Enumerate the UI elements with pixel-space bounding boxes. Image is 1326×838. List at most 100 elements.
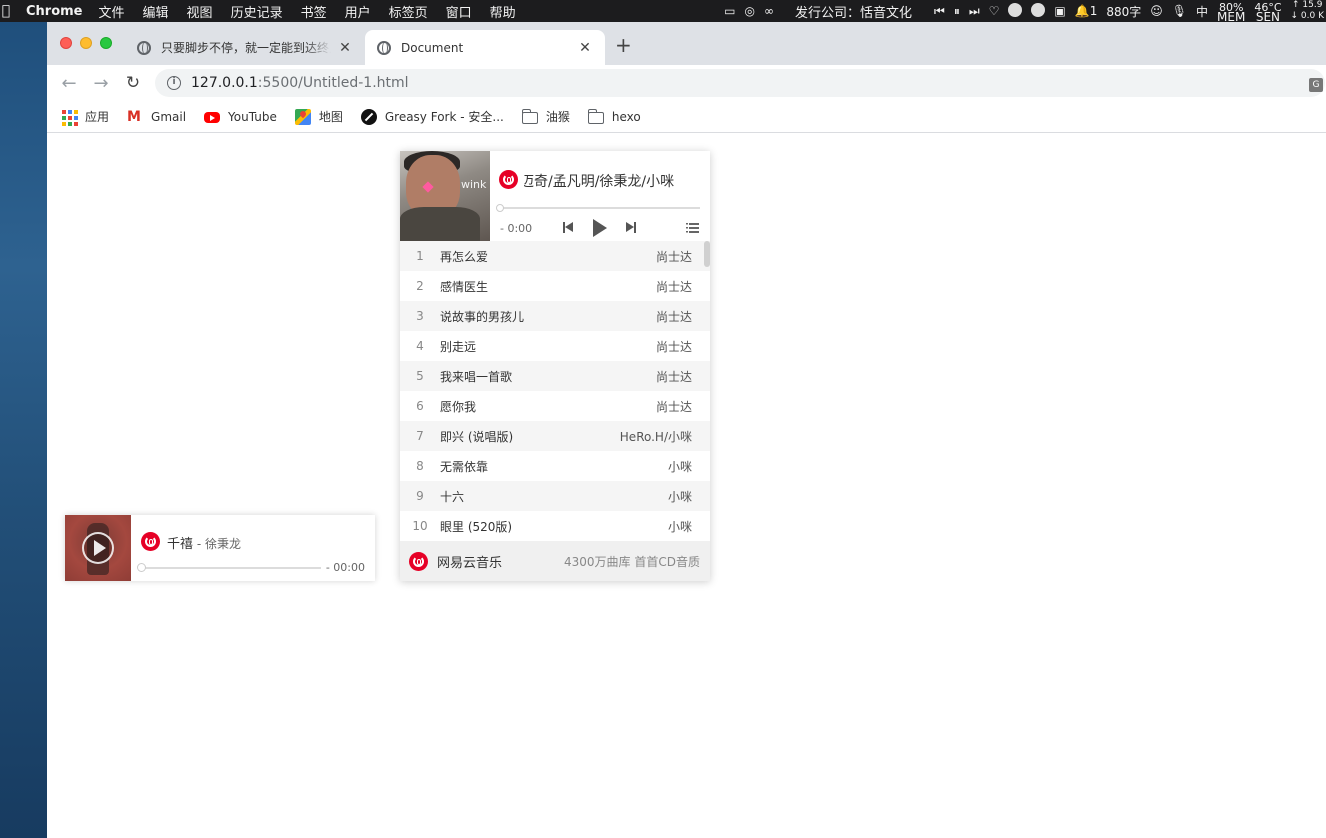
bookmark-apps[interactable]: 应用 <box>61 108 109 126</box>
mini-album-cover[interactable] <box>65 515 131 581</box>
track-artist: 小咪 <box>667 489 692 504</box>
playlist-scrollbar[interactable] <box>704 241 710 541</box>
uTools-icon[interactable] <box>1031 2 1046 20</box>
track-artist: HeRo.H/小咪 <box>619 429 692 444</box>
progress-bar[interactable] <box>500 207 700 209</box>
track-name: 愿你我 <box>440 399 477 414</box>
menu-view[interactable]: 视图 <box>187 2 213 21</box>
now-playing-publisher[interactable]: 发行公司：恬音文化 <box>795 2 912 21</box>
bookmark-greasy-fork[interactable]: Greasy Fork - 安全... <box>360 108 504 125</box>
tab-inactive[interactable]: 只要脚步不停，就一定能到达终点 ✕ <box>125 30 365 65</box>
track-artist: 尚士达 <box>655 399 692 414</box>
netease-tray-icon[interactable] <box>1008 2 1023 20</box>
istat-icon[interactable]: ◎ <box>745 4 755 18</box>
browser-window: 只要脚步不停，就一定能到达终点 ✕ Document ✕ + ← → ↻ i 1… <box>47 22 1326 838</box>
playlist-row[interactable]: 2 感情医生 尚士达 <box>400 271 710 301</box>
player-header: wink 迈奇/孟凡明/徐秉龙/小咪 - 0:00 <box>400 151 710 241</box>
close-tab-icon[interactable]: ✕ <box>337 40 353 56</box>
zoom-window-button[interactable] <box>100 37 112 49</box>
playlist-row[interactable]: 1 再怎么爱 尚士达 <box>400 241 710 271</box>
menu-window[interactable]: 窗口 <box>446 2 472 21</box>
back-button[interactable]: ← <box>53 73 85 94</box>
playlist-row[interactable]: 8 无需依靠 小咪 <box>400 451 710 481</box>
network-stat[interactable]: ↑ 15.9 ↓ 0.0 K <box>1291 0 1324 22</box>
menu-people[interactable]: 用户 <box>345 2 371 21</box>
track-artist: 尚士达 <box>655 249 692 264</box>
track-name: 再怎么爱 <box>440 249 489 264</box>
track-number: 1 <box>416 249 424 263</box>
progress-knob[interactable] <box>496 204 504 212</box>
track-name: 说故事的男孩儿 <box>440 309 525 324</box>
app-menu[interactable]: Chrome <box>26 4 83 19</box>
qq-icon[interactable]: 🔔1 <box>1075 4 1098 18</box>
playlist-row[interactable]: 5 我来唱一首歌 尚士达 <box>400 361 710 391</box>
pause-icon[interactable]: ⏸ <box>954 4 960 19</box>
menu-bookmarks[interactable]: 书签 <box>301 2 327 21</box>
creative-cloud-icon[interactable]: ∞ <box>764 4 774 18</box>
scrollbar-thumb[interactable] <box>704 241 710 267</box>
bookmark-maps[interactable]: 地图 <box>294 108 343 125</box>
bookmark-folder-hexo[interactable]: hexo <box>587 108 641 124</box>
close-tab-icon[interactable]: ✕ <box>577 40 593 56</box>
playlist-row[interactable]: 9 十六 小咪 <box>400 481 710 511</box>
forward-button[interactable]: → <box>85 73 117 94</box>
minimize-window-button[interactable] <box>80 37 92 49</box>
menu-history[interactable]: 历史记录 <box>231 2 283 21</box>
track-number: 6 <box>416 399 424 413</box>
bookmarks-bar: 应用 M Gmail YouTube 地图 Greasy Fork - 安全..… <box>47 101 1326 133</box>
playlist-row[interactable]: 6 愿你我 尚士达 <box>400 391 710 421</box>
menu-tab[interactable]: 标签页 <box>389 2 428 21</box>
brand-name[interactable]: 网易云音乐 <box>437 552 502 571</box>
play-icon[interactable] <box>82 532 114 564</box>
close-window-button[interactable] <box>60 37 72 49</box>
memory-stat[interactable]: 80% MEM <box>1217 2 1245 23</box>
menu-file[interactable]: 文件 <box>99 2 125 21</box>
track-number: 3 <box>416 309 424 323</box>
previous-track-icon[interactable] <box>563 222 573 233</box>
playlist-icon[interactable] <box>686 223 699 233</box>
now-playing-title: 迈奇/孟凡明/徐秉龙/小咪 <box>524 171 704 191</box>
play-icon[interactable] <box>593 219 609 237</box>
tab-active[interactable]: Document ✕ <box>365 30 605 65</box>
playlist-row[interactable]: 7 即兴 (说唱版) HeRo.H/小咪 <box>400 421 710 451</box>
playlist-row[interactable]: 3 说故事的男孩儿 尚士达 <box>400 301 710 331</box>
track-number: 9 <box>416 489 424 503</box>
album-cover[interactable]: wink <box>400 151 490 241</box>
heart-icon[interactable]: ♡ <box>989 4 1000 18</box>
new-tab-button[interactable]: + <box>615 35 632 55</box>
track-number: 8 <box>416 459 424 473</box>
netease-logo-icon[interactable] <box>409 551 428 571</box>
menu-help[interactable]: 帮助 <box>490 2 516 21</box>
site-info-icon[interactable]: i <box>167 76 181 90</box>
bookmark-gmail[interactable]: M Gmail <box>127 109 186 125</box>
control-center-icon[interactable]: ▭ <box>724 4 735 18</box>
track-number: 5 <box>416 369 424 383</box>
desktop-wallpaper <box>0 22 47 838</box>
mini-progress-bar[interactable] <box>141 567 321 569</box>
reload-button[interactable]: ↻ <box>117 73 149 93</box>
microphone-icon[interactable]: 🎙 <box>1172 4 1187 18</box>
previous-track-icon[interactable]: ⏮ <box>934 4 945 19</box>
playlist-row[interactable]: 10 眼里 (520版) 小咪 <box>400 511 710 541</box>
maps-icon <box>294 108 311 125</box>
playlist-row[interactable]: 4 别走远 尚士达 <box>400 331 710 361</box>
next-track-icon[interactable]: ⏭ <box>969 4 980 19</box>
cover-body <box>400 207 480 241</box>
temperature-stat[interactable]: 46°C SEN <box>1254 2 1281 23</box>
emoji-icon[interactable]: ☺ <box>1150 4 1163 18</box>
translate-icon[interactable]: G <box>1309 78 1323 92</box>
brand-slogan: 4300万曲库 首首CD音质 <box>564 554 700 569</box>
url-host: 127.0.0.1 <box>191 75 258 91</box>
track-number: 10 <box>412 519 428 533</box>
word-count[interactable]: 880字 <box>1106 3 1141 20</box>
input-method[interactable]: 中 <box>1196 3 1208 20</box>
track-artist: 尚士达 <box>655 369 692 384</box>
apple-icon[interactable]:  <box>0 3 18 19</box>
bookmark-folder-youhou[interactable]: 油猴 <box>521 108 570 125</box>
next-track-icon[interactable] <box>626 222 636 233</box>
address-bar[interactable]: i 127.0.0.1:5500/Untitled-1.html G <box>155 69 1325 97</box>
mini-progress-knob[interactable] <box>137 563 146 572</box>
bookmark-youtube[interactable]: YouTube <box>204 110 277 124</box>
menu-edit[interactable]: 编辑 <box>143 2 169 21</box>
app-tray-icon[interactable]: ▣ <box>1054 4 1065 18</box>
